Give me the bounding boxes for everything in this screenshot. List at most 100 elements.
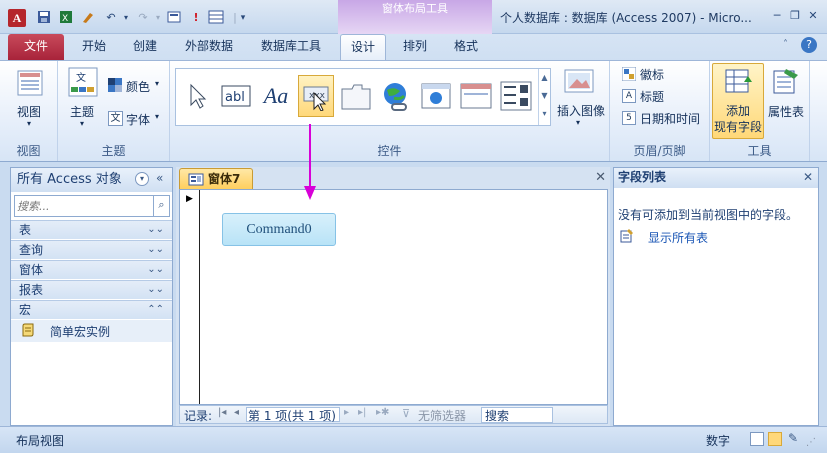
design-view-button-icon[interactable]: ✎ bbox=[788, 431, 798, 445]
nav-category-queries[interactable]: 查询 ⌄⌄ bbox=[11, 240, 172, 259]
previous-record-icon[interactable]: ◂ bbox=[234, 407, 239, 418]
annotation-arrow bbox=[304, 124, 316, 200]
access-app-icon[interactable]: A bbox=[8, 9, 26, 27]
insert-image-label[interactable]: 插入图像 bbox=[557, 102, 605, 119]
colors-button-label[interactable]: 颜色 bbox=[126, 78, 150, 95]
web-browser-control-icon[interactable] bbox=[418, 75, 454, 117]
tab-external-data[interactable]: 外部数据 bbox=[178, 34, 240, 60]
undo-dropdown-icon[interactable]: ▾ bbox=[118, 10, 134, 26]
command-button[interactable]: Command0 bbox=[222, 213, 336, 246]
nav-menu-dropdown-icon[interactable]: ▾ bbox=[135, 172, 149, 186]
insert-image-dropdown-icon[interactable]: ▾ bbox=[576, 118, 580, 127]
show-tables-icon bbox=[620, 229, 634, 243]
format-painter-icon[interactable] bbox=[80, 10, 96, 26]
colors-icon[interactable] bbox=[108, 78, 122, 92]
datetime-icon[interactable]: 5 bbox=[622, 111, 636, 125]
option-group-control-icon[interactable] bbox=[498, 75, 534, 117]
resize-grip-icon[interactable]: ⋰ bbox=[806, 437, 816, 448]
theme-dropdown-icon[interactable]: ▾ bbox=[80, 119, 84, 128]
nav-category-macros[interactable]: 宏 ⌃⌃ bbox=[11, 300, 172, 319]
minimize-button[interactable]: ─ bbox=[769, 9, 785, 23]
nav-item-macro[interactable]: 简单宏实例 bbox=[11, 320, 172, 342]
navigation-pane: 所有 Access 对象 ▾ « ⌕ 表 ⌄⌄ 查询 ⌄⌄ 窗体 ⌄⌄ 报表 ⌄⌄ 宏 ⌃… bbox=[10, 167, 173, 426]
ribbon-tab-row: 文件 开始 创建 外部数据 数据库工具 设计 排列 格式 ˄ ? bbox=[0, 34, 827, 60]
navigation-control-icon[interactable] bbox=[458, 75, 494, 117]
form-view-button-icon[interactable] bbox=[750, 432, 764, 446]
datasheet-icon[interactable] bbox=[208, 10, 224, 26]
show-all-tables-link[interactable]: 显示所有表 bbox=[648, 229, 708, 246]
title-icon[interactable]: A bbox=[622, 89, 636, 103]
tab-format[interactable]: 格式 bbox=[447, 34, 485, 60]
logo-button-label[interactable]: 徽标 bbox=[640, 66, 664, 83]
redo-dropdown-icon[interactable]: ▾ bbox=[150, 10, 166, 26]
select-pointer-icon[interactable] bbox=[180, 75, 216, 117]
tab-create[interactable]: 创建 bbox=[126, 34, 164, 60]
tab-control-icon[interactable] bbox=[338, 75, 374, 117]
group-view-label: 视图 bbox=[16, 144, 41, 158]
textbox-control-icon[interactable]: abl bbox=[218, 75, 254, 117]
layout-view-button-icon[interactable] bbox=[768, 432, 782, 446]
nav-category-forms[interactable]: 窗体 ⌄⌄ bbox=[11, 260, 172, 279]
shutter-bar-close-icon[interactable]: « bbox=[156, 171, 163, 185]
insert-image-icon[interactable] bbox=[563, 68, 597, 96]
fonts-icon[interactable]: 文 bbox=[108, 111, 123, 126]
record-selector[interactable]: ▶ bbox=[180, 190, 200, 404]
help-icon[interactable]: ? bbox=[801, 37, 817, 53]
nav-category-reports[interactable]: 报表 ⌄⌄ bbox=[11, 280, 172, 299]
macro-item-label: 简单宏实例 bbox=[50, 325, 111, 339]
add-fields-icon bbox=[724, 68, 754, 96]
minimize-ribbon-icon[interactable]: ˄ bbox=[783, 39, 788, 50]
search-icon[interactable]: ⌕ bbox=[153, 196, 169, 216]
tab-file[interactable]: 文件 bbox=[8, 34, 64, 60]
document-close-icon[interactable]: ✕ bbox=[595, 170, 606, 185]
next-record-icon[interactable]: ▸ bbox=[344, 407, 349, 418]
redo-icon[interactable]: ↷ bbox=[135, 10, 151, 26]
first-record-icon[interactable]: |◂ bbox=[218, 407, 226, 418]
hyperlink-control-icon[interactable] bbox=[378, 75, 414, 117]
button-control-icon[interactable]: xxx bbox=[298, 75, 334, 117]
excel-icon[interactable]: X bbox=[58, 10, 74, 26]
tab-design[interactable]: 设计 bbox=[340, 34, 386, 60]
expand-chevron-icon: ⌄⌄ bbox=[147, 224, 164, 235]
svg-text:文: 文 bbox=[76, 71, 86, 84]
add-existing-fields-button[interactable]: 添加 现有字段 bbox=[712, 63, 764, 139]
last-record-icon[interactable]: ▸| bbox=[358, 407, 366, 418]
tab-home[interactable]: 开始 bbox=[75, 34, 113, 60]
undo-icon[interactable]: ↶ bbox=[103, 10, 119, 26]
new-record-icon[interactable]: ▸✱ bbox=[376, 407, 389, 418]
colors-dropdown-icon[interactable]: ▾ bbox=[155, 79, 159, 88]
add-fields-label-1: 添加 bbox=[726, 104, 751, 118]
exclamation-icon[interactable]: ! bbox=[188, 10, 204, 26]
nav-search-input[interactable] bbox=[17, 198, 151, 214]
close-button[interactable]: ✕ bbox=[805, 9, 821, 23]
fonts-button-label[interactable]: 字体 bbox=[126, 111, 150, 128]
view-icon[interactable] bbox=[16, 69, 44, 97]
customize-qat-icon[interactable]: ▾ bbox=[235, 10, 251, 26]
record-navigation-bar: 记录: |◂ ◂ 第 1 项(共 1 项) ▸ ▸| ▸✱ ⊽ 无筛选器 搜索 bbox=[179, 405, 608, 424]
datetime-button-label[interactable]: 日期和时间 bbox=[640, 110, 700, 127]
document-tab[interactable]: 窗体7 bbox=[179, 168, 253, 189]
restore-button[interactable]: ❐ bbox=[787, 9, 803, 23]
tab-arrange[interactable]: 排列 bbox=[396, 34, 434, 60]
form-view-icon[interactable] bbox=[166, 10, 182, 26]
theme-button-label[interactable]: 主题 bbox=[70, 103, 94, 120]
label-control-icon[interactable]: Aa bbox=[258, 75, 294, 117]
form-layout-canvas[interactable]: ▶ Command0 bbox=[179, 189, 608, 405]
view-button-label[interactable]: 视图 bbox=[17, 103, 41, 120]
property-sheet-icon[interactable] bbox=[770, 67, 800, 95]
field-list-close-icon[interactable]: ✕ bbox=[803, 170, 813, 184]
property-sheet-label[interactable]: 属性表 bbox=[768, 103, 804, 120]
nav-category-tables[interactable]: 表 ⌄⌄ bbox=[11, 220, 172, 239]
field-list-header: 字段列表 bbox=[614, 168, 818, 188]
theme-icon[interactable]: 文 bbox=[68, 67, 98, 97]
gallery-scroll[interactable]: ▲ ▼ ▾ bbox=[538, 69, 550, 125]
filter-status[interactable]: 无筛选器 bbox=[418, 407, 466, 424]
title-button-label[interactable]: 标题 bbox=[640, 88, 664, 105]
nav-pane-title[interactable]: 所有 Access 对象 bbox=[17, 172, 122, 187]
logo-icon[interactable] bbox=[621, 66, 637, 82]
save-icon[interactable] bbox=[36, 10, 52, 26]
tab-database-tools[interactable]: 数据库工具 bbox=[254, 34, 328, 60]
fonts-dropdown-icon[interactable]: ▾ bbox=[155, 112, 159, 121]
title-bar: A X ↶ ▾ ↷ ▾ ! | ▾ 窗体布局工具 个人数据库 : 数据库 (Ac… bbox=[0, 0, 827, 34]
view-dropdown-icon[interactable]: ▾ bbox=[27, 119, 31, 128]
